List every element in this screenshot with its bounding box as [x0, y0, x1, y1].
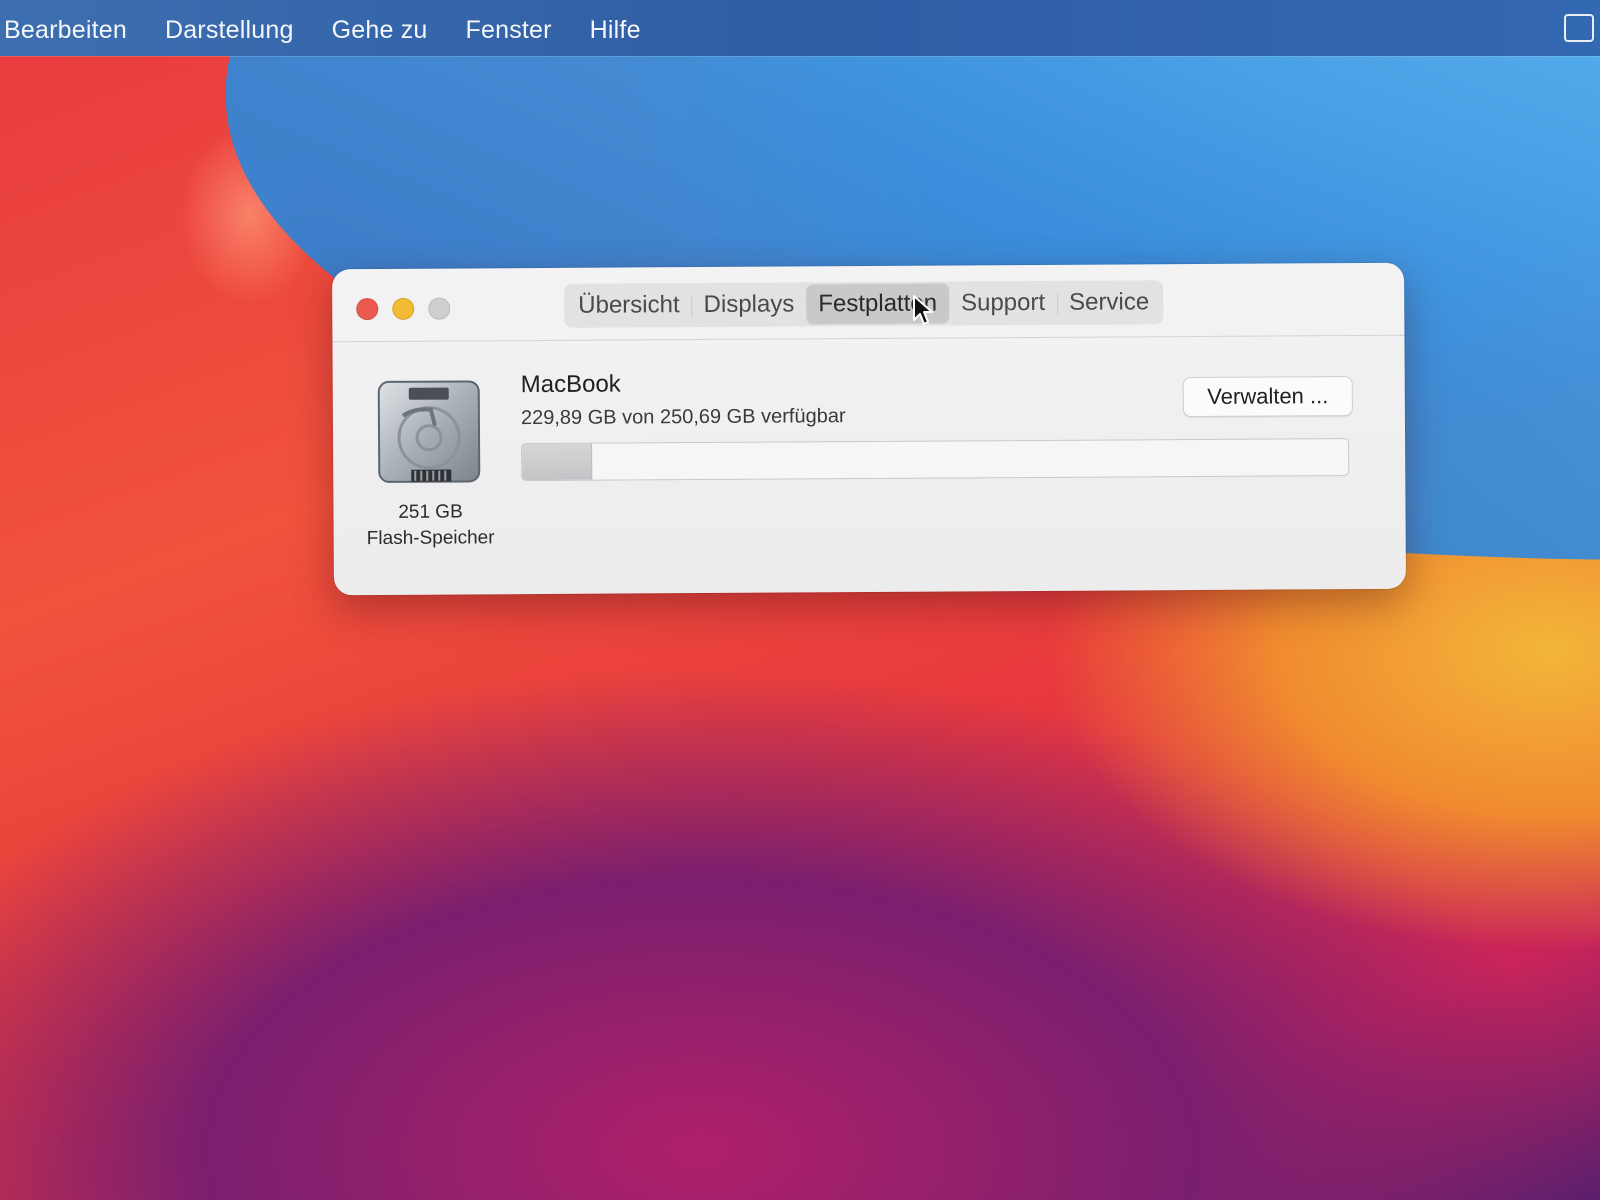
minimize-button[interactable]	[392, 297, 415, 320]
disk-size: 251 GB	[398, 501, 463, 523]
menu-bar: Bearbeiten Darstellung Gehe zu Fenster H…	[0, 0, 1600, 56]
status-menu-icon[interactable]	[1564, 14, 1594, 42]
volume-name: MacBook	[520, 370, 621, 399]
tab-uebersicht[interactable]: Übersicht	[566, 285, 692, 326]
hard-drive-icon	[377, 380, 481, 483]
menu-fenster[interactable]: Fenster	[466, 16, 552, 45]
menu-bearbeiten[interactable]: Bearbeiten	[4, 16, 127, 45]
menu-bar-items: Bearbeiten Darstellung Gehe zu Fenster H…	[4, 16, 641, 45]
tab-bar: Übersicht Displays Festplatten Support S…	[564, 280, 1164, 328]
manage-button[interactable]: Verwalten ...	[1182, 376, 1353, 418]
menu-darstellung[interactable]: Darstellung	[165, 16, 294, 45]
disk-type: Flash-Speicher	[366, 527, 495, 550]
tab-service[interactable]: Service	[1057, 282, 1161, 323]
disk-caption: 251 GB Flash-Speicher	[347, 499, 513, 552]
tab-support[interactable]: Support	[949, 283, 1057, 324]
storage-usage-fill	[522, 443, 592, 481]
zoom-button[interactable]	[428, 297, 451, 320]
tab-displays[interactable]: Displays	[691, 284, 806, 325]
desktop-wallpaper: Bearbeiten Darstellung Gehe zu Fenster H…	[0, 0, 1600, 1200]
storage-panel: 251 GB Flash-Speicher MacBook 229,89 GB …	[332, 336, 1406, 593]
about-this-mac-window: Übersicht Displays Festplatten Support S…	[332, 262, 1406, 596]
window-titlebar: Übersicht Displays Festplatten Support S…	[332, 262, 1405, 343]
mouse-pointer-icon	[913, 295, 933, 325]
window-controls	[356, 297, 451, 321]
menu-hilfe[interactable]: Hilfe	[590, 16, 641, 45]
volume-free-space: 229,89 GB von 250,69 GB verfügbar	[520, 405, 846, 430]
storage-usage-bar	[521, 438, 1350, 482]
menu-gehe-zu[interactable]: Gehe zu	[332, 16, 428, 45]
close-button[interactable]	[356, 297, 379, 321]
